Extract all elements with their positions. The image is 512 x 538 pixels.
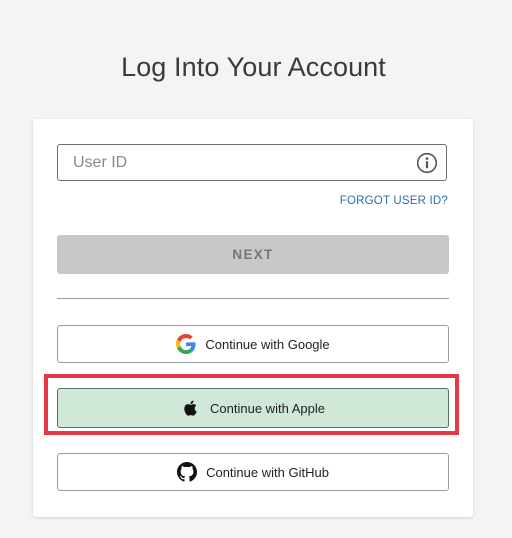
forgot-user-id-link[interactable]: FORGOT USER ID? [340, 195, 448, 207]
userid-field[interactable] [57, 144, 447, 181]
google-logo-icon [176, 334, 196, 354]
next-button[interactable]: NEXT [57, 235, 449, 274]
github-button-label: Continue with GitHub [206, 464, 329, 480]
apple-button-label: Continue with Apple [210, 400, 325, 416]
divider [57, 298, 449, 299]
userid-input[interactable] [58, 145, 408, 180]
continue-with-apple-button[interactable]: Continue with Apple [57, 388, 449, 428]
google-button-label: Continue with Google [205, 336, 330, 352]
page-title: Log Into Your Account [121, 52, 386, 83]
info-icon[interactable] [416, 152, 438, 174]
continue-with-github-button[interactable]: Continue with GitHub [57, 453, 449, 491]
continue-with-google-button[interactable]: Continue with Google [57, 325, 449, 363]
github-logo-icon [177, 462, 198, 482]
login-card: FORGOT USER ID? NEXT Continue with Googl… [33, 119, 473, 517]
apple-logo-icon [181, 398, 201, 418]
